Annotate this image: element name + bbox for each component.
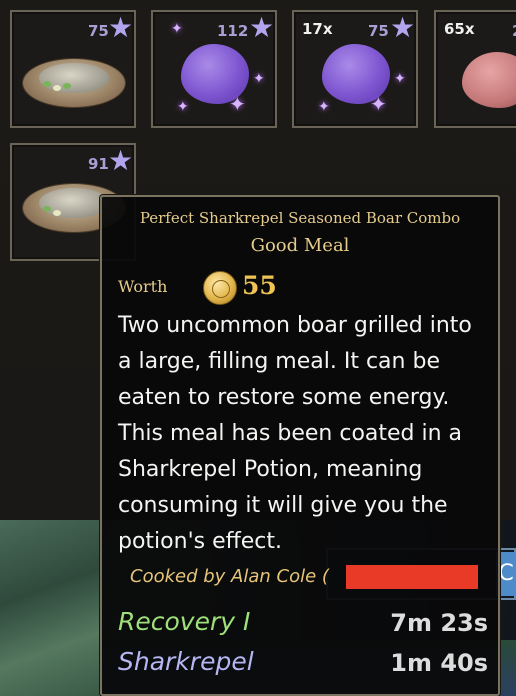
item-description: Two uncommon boar grilled into a large, … xyxy=(118,313,472,554)
cooked-by: Cooked by Alan Cole ( xyxy=(130,566,329,587)
item-quality: Good Meal xyxy=(250,235,350,256)
item-quantity: 17x xyxy=(302,20,333,38)
level-star-icon: ★ xyxy=(108,144,134,177)
worth-value: 55 xyxy=(242,271,277,300)
worth-label: Worth xyxy=(118,277,168,296)
sparkle-icon: ✦ xyxy=(171,21,183,37)
sparkle-icon: ✦ xyxy=(229,92,246,116)
item-level: 112 xyxy=(217,22,249,40)
sparkle-icon: ✦ xyxy=(253,71,265,87)
item-tooltip: Perfect Sharkrepel Seasoned Boar Combo G… xyxy=(100,195,500,696)
sparkle-icon: ✦ xyxy=(394,71,406,87)
effect-name: Recovery I xyxy=(118,607,251,636)
item-title: Perfect Sharkrepel Seasoned Boar Combo xyxy=(139,209,461,227)
seasoned-boar-plate-icon xyxy=(22,58,126,108)
sparkle-icon: ✦ xyxy=(370,92,387,116)
redaction-box xyxy=(346,565,478,589)
item-level: 2 xyxy=(512,22,516,40)
effect-name: Sharkrepel xyxy=(118,647,254,676)
effect-duration: 7m 23s xyxy=(390,609,488,637)
effect-duration: 1m 40s xyxy=(390,649,488,677)
inventory-slot-3[interactable]: 17x 75 ★ ✦ ✦ ✦ xyxy=(292,10,418,128)
inventory-slot-1[interactable]: 75 ★ xyxy=(10,10,136,128)
item-level: 75 xyxy=(88,22,109,40)
pink-item-icon xyxy=(462,52,516,108)
level-star-icon: ★ xyxy=(390,11,416,44)
level-star-icon: ★ xyxy=(249,11,275,44)
sparkle-icon: ✦ xyxy=(318,99,330,115)
item-level: 91 xyxy=(88,155,109,173)
inventory-slot-4[interactable]: 65x 2 xyxy=(434,10,516,128)
inventory-slot-2[interactable]: 112 ★ ✦ ✦ ✦ ✦ xyxy=(151,10,277,128)
item-level: 75 xyxy=(368,22,389,40)
world-foliage xyxy=(0,520,100,696)
level-star-icon: ★ xyxy=(108,11,134,44)
sparkle-icon: ✦ xyxy=(177,99,189,115)
item-quantity: 65x xyxy=(444,20,475,38)
coin-icon xyxy=(203,271,237,305)
